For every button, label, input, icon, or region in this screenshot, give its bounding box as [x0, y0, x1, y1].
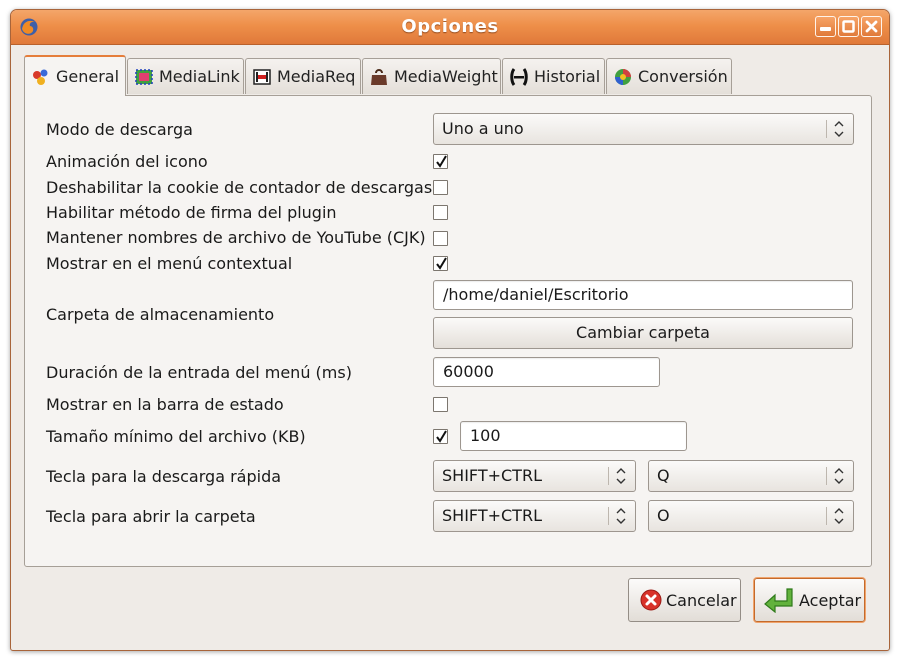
tab-historial[interactable]: Historial [502, 58, 605, 94]
status-bar-checkbox[interactable] [433, 397, 448, 412]
min-size-checkbox[interactable] [433, 429, 448, 444]
accept-arrow-icon [764, 588, 793, 613]
icon-animation-label: Animación del icono [46, 152, 208, 171]
change-folder-button[interactable]: Cambiar carpeta [433, 317, 853, 349]
menu-duration-label: Duración de la entrada del menú (ms) [46, 363, 352, 382]
accept-label: Aceptar [799, 590, 862, 610]
menu-duration-input[interactable]: 60000 [433, 357, 660, 387]
tab-conversion[interactable]: Conversión [606, 58, 732, 94]
minimize-icon [820, 27, 831, 31]
window-title: Opciones [401, 16, 499, 37]
plugin-signature-label: Habilitar método de firma del plugin [46, 203, 337, 222]
conversion-icon [615, 68, 631, 85]
maximize-icon [842, 20, 855, 33]
download-mode-select[interactable]: Uno a uno [433, 113, 854, 145]
select-value: Q [657, 466, 670, 485]
icon-animation-checkbox[interactable] [433, 154, 448, 169]
tab-label: General [56, 67, 120, 86]
disable-cookie-checkbox[interactable] [433, 180, 448, 195]
tab-label: Conversión [638, 67, 728, 86]
tab-medialink[interactable]: MediaLink [127, 58, 244, 94]
select-value: O [657, 506, 670, 525]
download-mode-label: Modo de descarga [46, 120, 193, 139]
checkmark-icon [436, 257, 447, 270]
quick-download-modifier-select[interactable]: SHIFT+CTRL [433, 460, 636, 492]
close-button[interactable] [861, 16, 882, 37]
mediareq-icon [253, 68, 271, 85]
cancel-icon [640, 589, 662, 611]
weight-icon [371, 68, 387, 85]
youtube-cjk-label: Mantener nombres de archivo de YouTube (… [46, 228, 426, 247]
updown-arrows-icon [834, 508, 844, 524]
context-menu-label: Mostrar en el menú contextual [46, 254, 293, 273]
updown-arrows-icon [834, 468, 844, 484]
quick-download-key-select[interactable]: Q [648, 460, 854, 492]
history-icon [510, 67, 528, 86]
tab-mediaweight[interactable]: MediaWeight [362, 58, 501, 94]
cancel-button[interactable]: Cancelar [628, 578, 741, 622]
storage-folder-input[interactable]: /home/daniel/Escritorio [433, 280, 853, 310]
general-icon [33, 69, 48, 85]
titlebar[interactable]: Opciones [11, 10, 889, 45]
maximize-button[interactable] [838, 16, 859, 37]
youtube-cjk-checkbox[interactable] [433, 231, 448, 246]
plugin-signature-checkbox[interactable] [433, 205, 448, 220]
select-value: SHIFT+CTRL [442, 466, 542, 485]
context-menu-checkbox[interactable] [433, 256, 448, 271]
tab-label: MediaReq [277, 67, 356, 86]
checkmark-icon [436, 430, 447, 443]
options-window: Opciones General MediaLink MediaReq Medi… [10, 9, 890, 651]
min-size-label: Tamaño mínimo del archivo (KB) [46, 427, 306, 446]
select-value: SHIFT+CTRL [442, 506, 542, 525]
tab-label: MediaWeight [394, 67, 498, 86]
min-size-input[interactable]: 100 [460, 421, 687, 451]
tab-mediareq[interactable]: MediaReq [245, 58, 361, 94]
minimize-button[interactable] [815, 16, 836, 37]
disable-cookie-label: Deshabilitar la cookie de contador de de… [46, 178, 433, 197]
tab-label: Historial [534, 67, 601, 86]
general-panel: Modo de descarga Uno a uno Animación del… [24, 95, 872, 567]
medialink-icon [135, 68, 153, 85]
tab-label: MediaLink [159, 67, 240, 86]
status-bar-label: Mostrar en la barra de estado [46, 395, 284, 414]
updown-arrows-icon [616, 468, 626, 484]
updown-arrows-icon [616, 508, 626, 524]
cancel-label: Cancelar [666, 590, 737, 610]
storage-folder-label: Carpeta de almacenamiento [46, 305, 275, 324]
tab-general[interactable]: General [24, 55, 126, 96]
accept-button[interactable]: Aceptar [754, 578, 865, 622]
open-folder-key-label: Tecla para abrir la carpeta [46, 507, 256, 526]
quick-download-key-label: Tecla para la descarga rápida [46, 467, 282, 486]
open-folder-key-select[interactable]: O [648, 500, 854, 532]
updown-arrows-icon [834, 121, 844, 137]
open-folder-modifier-select[interactable]: SHIFT+CTRL [433, 500, 636, 532]
select-value: Uno a uno [442, 119, 524, 138]
checkmark-icon [436, 155, 447, 168]
close-icon [865, 20, 878, 33]
